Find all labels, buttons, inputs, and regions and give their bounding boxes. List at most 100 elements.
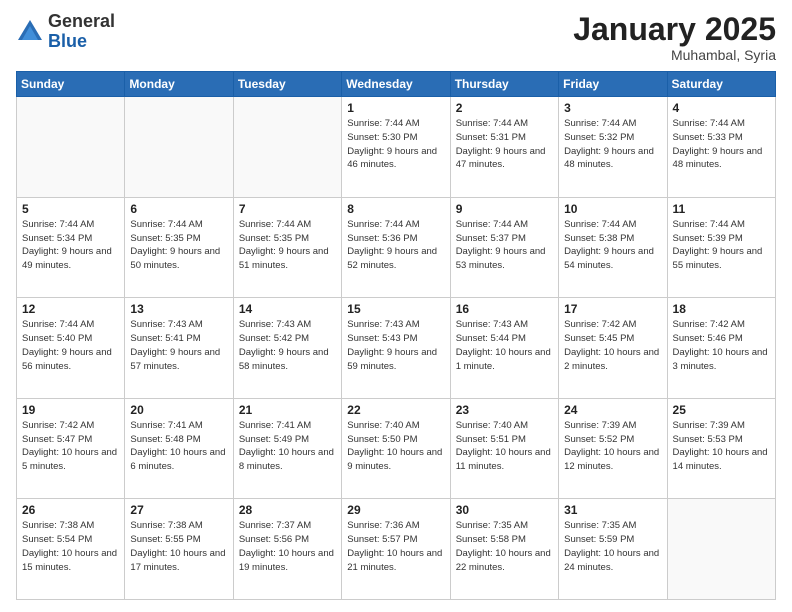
day-info: Sunrise: 7:40 AM Sunset: 5:50 PM Dayligh…	[347, 419, 444, 474]
day-header-tuesday: Tuesday	[233, 72, 341, 97]
day-info: Sunrise: 7:38 AM Sunset: 5:55 PM Dayligh…	[130, 519, 227, 574]
logo-general-text: General	[48, 11, 115, 31]
day-info: Sunrise: 7:42 AM Sunset: 5:45 PM Dayligh…	[564, 318, 661, 373]
day-number: 14	[239, 302, 336, 316]
day-number: 23	[456, 403, 553, 417]
day-info: Sunrise: 7:44 AM Sunset: 5:33 PM Dayligh…	[673, 117, 770, 172]
day-number: 4	[673, 101, 770, 115]
day-info: Sunrise: 7:37 AM Sunset: 5:56 PM Dayligh…	[239, 519, 336, 574]
day-number: 13	[130, 302, 227, 316]
calendar-cell: 7Sunrise: 7:44 AM Sunset: 5:35 PM Daylig…	[233, 197, 341, 298]
day-info: Sunrise: 7:44 AM Sunset: 5:36 PM Dayligh…	[347, 218, 444, 273]
logo-icon	[16, 18, 44, 46]
week-row-1: 5 Sunrise: 7:44 AM Sunset: 5:34 PM Daylig…	[17, 197, 776, 298]
logo: General Blue	[16, 12, 115, 52]
day-number: 28	[239, 503, 336, 517]
day-info: Sunrise: 7:36 AM Sunset: 5:57 PM Dayligh…	[347, 519, 444, 574]
day-number: 18	[673, 302, 770, 316]
day-header-friday: Friday	[559, 72, 667, 97]
calendar-cell: 29 Sunrise: 7:36 AM Sunset: 5:57 PM Dayli…	[342, 499, 450, 600]
day-number: 30	[456, 503, 553, 517]
title-block: January 2025 Muhambal, Syria	[573, 12, 776, 63]
page: General Blue January 2025 Muhambal, Syri…	[0, 0, 792, 612]
week-row-0: 1 Sunrise: 7:44 AM Sunset: 5:30 PM Daylig…	[17, 97, 776, 198]
calendar-cell	[667, 499, 775, 600]
day-info: Sunrise: 7:44 AM Sunset: 5:32 PM Dayligh…	[564, 117, 661, 172]
calendar-cell: 12Sunrise: 7:44 AM Sunset: 5:40 PM Dayli…	[17, 298, 125, 399]
calendar-cell: 23 Sunrise: 7:40 AM Sunset: 5:51 PM Dayli…	[450, 398, 558, 499]
week-row-2: 12Sunrise: 7:44 AM Sunset: 5:40 PM Dayli…	[17, 298, 776, 399]
day-info: Sunrise: 7:44 AM Sunset: 5:34 PM Dayligh…	[22, 218, 119, 273]
day-info: Sunrise: 7:38 AM Sunset: 5:54 PM Dayligh…	[22, 519, 119, 574]
calendar-cell: 25Sunrise: 7:39 AM Sunset: 5:53 PM Dayli…	[667, 398, 775, 499]
day-info: Sunrise: 7:43 AM Sunset: 5:41 PM Dayligh…	[130, 318, 227, 373]
day-number: 1	[347, 101, 444, 115]
day-number: 9	[456, 202, 553, 216]
day-header-monday: Monday	[125, 72, 233, 97]
day-number: 21	[239, 403, 336, 417]
day-number: 17	[564, 302, 661, 316]
day-info: Sunrise: 7:44 AM Sunset: 5:39 PM Dayligh…	[673, 218, 770, 273]
calendar-cell: 22Sunrise: 7:40 AM Sunset: 5:50 PM Dayli…	[342, 398, 450, 499]
day-info: Sunrise: 7:44 AM Sunset: 5:37 PM Dayligh…	[456, 218, 553, 273]
calendar-cell: 13 Sunrise: 7:43 AM Sunset: 5:41 PM Dayli…	[125, 298, 233, 399]
day-number: 7	[239, 202, 336, 216]
calendar-cell: 3 Sunrise: 7:44 AM Sunset: 5:32 PM Daylig…	[559, 97, 667, 198]
day-info: Sunrise: 7:44 AM Sunset: 5:30 PM Dayligh…	[347, 117, 444, 172]
day-number: 27	[130, 503, 227, 517]
day-number: 6	[130, 202, 227, 216]
calendar-cell: 20Sunrise: 7:41 AM Sunset: 5:48 PM Dayli…	[125, 398, 233, 499]
calendar-cell: 21 Sunrise: 7:41 AM Sunset: 5:49 PM Dayli…	[233, 398, 341, 499]
day-header-wednesday: Wednesday	[342, 72, 450, 97]
calendar-table: SundayMondayTuesdayWednesdayThursdayFrid…	[16, 71, 776, 600]
calendar-cell: 4 Sunrise: 7:44 AM Sunset: 5:33 PM Daylig…	[667, 97, 775, 198]
day-number: 26	[22, 503, 119, 517]
day-number: 3	[564, 101, 661, 115]
calendar-cell: 10Sunrise: 7:44 AM Sunset: 5:38 PM Dayli…	[559, 197, 667, 298]
day-number: 8	[347, 202, 444, 216]
calendar-cell: 30 Sunrise: 7:35 AM Sunset: 5:58 PM Dayli…	[450, 499, 558, 600]
day-info: Sunrise: 7:41 AM Sunset: 5:48 PM Dayligh…	[130, 419, 227, 474]
calendar-cell: 8 Sunrise: 7:44 AM Sunset: 5:36 PM Daylig…	[342, 197, 450, 298]
day-info: Sunrise: 7:44 AM Sunset: 5:38 PM Dayligh…	[564, 218, 661, 273]
day-number: 29	[347, 503, 444, 517]
calendar-cell: 18Sunrise: 7:42 AM Sunset: 5:46 PM Dayli…	[667, 298, 775, 399]
calendar-cell: 26 Sunrise: 7:38 AM Sunset: 5:54 PM Dayli…	[17, 499, 125, 600]
calendar-cell: 19 Sunrise: 7:42 AM Sunset: 5:47 PM Dayli…	[17, 398, 125, 499]
calendar-cell: 15 Sunrise: 7:43 AM Sunset: 5:43 PM Dayli…	[342, 298, 450, 399]
day-header-sunday: Sunday	[17, 72, 125, 97]
calendar-cell: 6Sunrise: 7:44 AM Sunset: 5:35 PM Daylig…	[125, 197, 233, 298]
day-header-saturday: Saturday	[667, 72, 775, 97]
day-number: 15	[347, 302, 444, 316]
calendar-cell	[125, 97, 233, 198]
day-number: 19	[22, 403, 119, 417]
day-info: Sunrise: 7:41 AM Sunset: 5:49 PM Dayligh…	[239, 419, 336, 474]
day-number: 16	[456, 302, 553, 316]
day-info: Sunrise: 7:44 AM Sunset: 5:40 PM Dayligh…	[22, 318, 119, 373]
calendar-cell	[233, 97, 341, 198]
calendar-header-row: SundayMondayTuesdayWednesdayThursdayFrid…	[17, 72, 776, 97]
calendar-cell: 1 Sunrise: 7:44 AM Sunset: 5:30 PM Daylig…	[342, 97, 450, 198]
logo-blue-text: Blue	[48, 31, 87, 51]
calendar-cell: 14 Sunrise: 7:43 AM Sunset: 5:42 PM Dayli…	[233, 298, 341, 399]
day-info: Sunrise: 7:39 AM Sunset: 5:52 PM Dayligh…	[564, 419, 661, 474]
calendar-cell: 9 Sunrise: 7:44 AM Sunset: 5:37 PM Daylig…	[450, 197, 558, 298]
day-info: Sunrise: 7:44 AM Sunset: 5:31 PM Dayligh…	[456, 117, 553, 172]
day-info: Sunrise: 7:35 AM Sunset: 5:58 PM Dayligh…	[456, 519, 553, 574]
day-number: 5	[22, 202, 119, 216]
day-info: Sunrise: 7:42 AM Sunset: 5:47 PM Dayligh…	[22, 419, 119, 474]
calendar-cell: 2Sunrise: 7:44 AM Sunset: 5:31 PM Daylig…	[450, 97, 558, 198]
day-number: 11	[673, 202, 770, 216]
calendar-cell: 27 Sunrise: 7:38 AM Sunset: 5:55 PM Dayli…	[125, 499, 233, 600]
month-title: January 2025	[573, 12, 776, 47]
day-number: 24	[564, 403, 661, 417]
location: Muhambal, Syria	[573, 47, 776, 63]
calendar-cell: 11 Sunrise: 7:44 AM Sunset: 5:39 PM Dayli…	[667, 197, 775, 298]
calendar-cell: 28 Sunrise: 7:37 AM Sunset: 5:56 PM Dayli…	[233, 499, 341, 600]
calendar-cell: 5 Sunrise: 7:44 AM Sunset: 5:34 PM Daylig…	[17, 197, 125, 298]
day-info: Sunrise: 7:40 AM Sunset: 5:51 PM Dayligh…	[456, 419, 553, 474]
calendar-cell: 16Sunrise: 7:43 AM Sunset: 5:44 PM Dayli…	[450, 298, 558, 399]
day-info: Sunrise: 7:43 AM Sunset: 5:42 PM Dayligh…	[239, 318, 336, 373]
day-number: 25	[673, 403, 770, 417]
day-info: Sunrise: 7:43 AM Sunset: 5:43 PM Dayligh…	[347, 318, 444, 373]
